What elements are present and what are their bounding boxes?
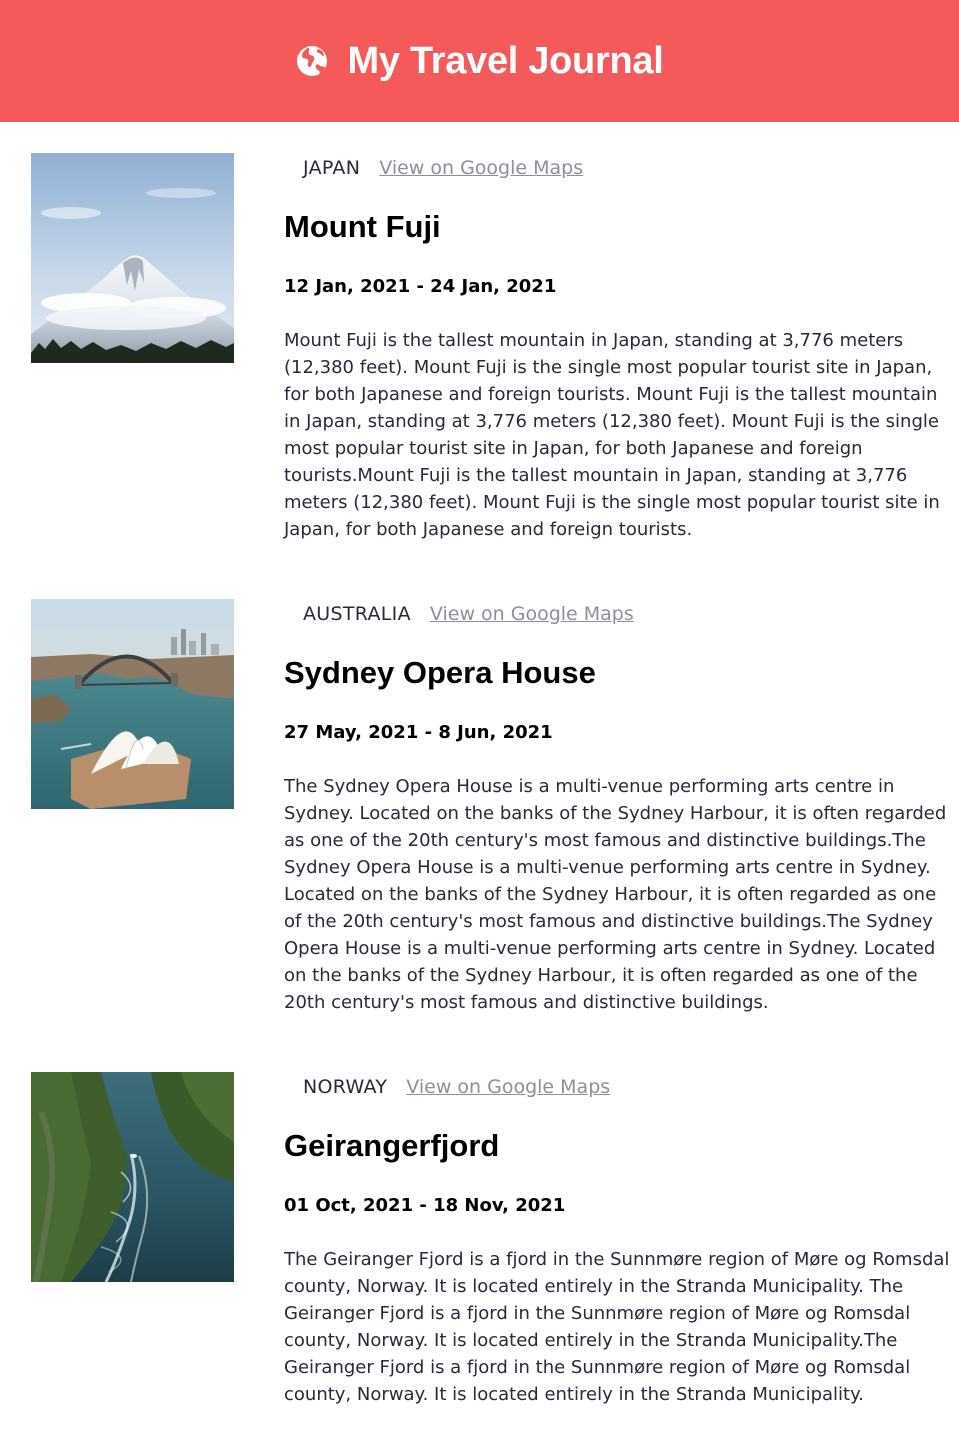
google-maps-link[interactable]: View on Google Maps bbox=[430, 604, 634, 624]
globe-icon bbox=[296, 46, 327, 76]
entry-dates: 12 Jan, 2021 - 24 Jan, 2021 bbox=[284, 276, 557, 297]
entry-title: Sydney Opera House bbox=[284, 655, 596, 690]
page-header: My Travel Journal bbox=[0, 0, 959, 122]
entry-photo bbox=[31, 1072, 234, 1282]
entry-meta: JAPAN View on Google Maps bbox=[303, 155, 583, 181]
entry-dates: 01 Oct, 2021 - 18 Nov, 2021 bbox=[284, 1195, 566, 1216]
entry-description: Mount Fuji is the tallest mountain in Ja… bbox=[284, 330, 940, 540]
entry-description: The Geiranger Fjord is a fjord in the Su… bbox=[284, 1249, 950, 1405]
entry-description: The Sydney Opera House is a multi-venue … bbox=[284, 776, 947, 1013]
google-maps-link[interactable]: View on Google Maps bbox=[379, 158, 583, 178]
entry-meta: AUSTRALIA View on Google Maps bbox=[303, 601, 634, 627]
entry-dates: 27 May, 2021 - 8 Jun, 2021 bbox=[284, 722, 553, 743]
entry-location: NORWAY bbox=[303, 1075, 388, 1098]
page-title: My Travel Journal bbox=[347, 40, 664, 82]
entry-title: Mount Fuji bbox=[284, 209, 441, 244]
entry-photo bbox=[31, 153, 234, 363]
entry-photo bbox=[31, 599, 234, 809]
entry-location: AUSTRALIA bbox=[303, 602, 411, 625]
entry-title: Geirangerfjord bbox=[284, 1128, 500, 1163]
google-maps-link[interactable]: View on Google Maps bbox=[406, 1077, 610, 1097]
entry-meta: NORWAY View on Google Maps bbox=[303, 1074, 610, 1100]
entry-location: JAPAN bbox=[303, 156, 361, 179]
